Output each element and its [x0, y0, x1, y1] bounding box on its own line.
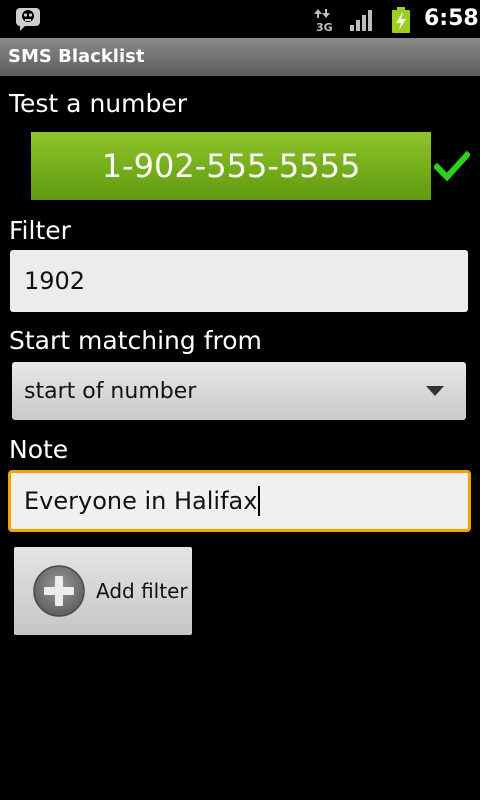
note-input-value: Everyone in Halifax	[24, 487, 258, 515]
match-from-selected: start of number	[24, 378, 197, 404]
match-from-dropdown[interactable]: start of number	[12, 362, 466, 420]
test-number-display[interactable]: 1-902-555-5555	[31, 132, 431, 200]
app-notification-icon	[16, 8, 40, 31]
checkmark-icon	[434, 150, 470, 182]
filter-input[interactable]: 1902	[10, 250, 468, 312]
svg-text:3G: 3G	[316, 21, 333, 32]
dropdown-arrow-icon	[426, 386, 444, 396]
add-filter-button[interactable]: Add filter	[14, 547, 192, 635]
test-number-label: Test a number	[9, 89, 188, 118]
add-filter-label: Add filter	[96, 579, 188, 603]
filter-label: Filter	[9, 216, 71, 245]
network-3g-icon: 3G	[314, 9, 333, 32]
clock-time: 6:58	[424, 6, 479, 31]
filter-input-value: 1902	[24, 267, 86, 295]
note-input[interactable]: Everyone in Halifax	[8, 470, 471, 532]
note-label: Note	[9, 435, 69, 464]
plus-icon	[33, 565, 85, 617]
signal-icon	[350, 10, 372, 31]
status-bar: 3G 6:58	[0, 0, 480, 38]
text-cursor	[258, 486, 261, 516]
title-bar: SMS Blacklist	[0, 38, 480, 76]
match-from-label: Start matching from	[9, 326, 262, 355]
app-title: SMS Blacklist	[8, 46, 145, 67]
battery-charging-icon	[392, 7, 410, 33]
